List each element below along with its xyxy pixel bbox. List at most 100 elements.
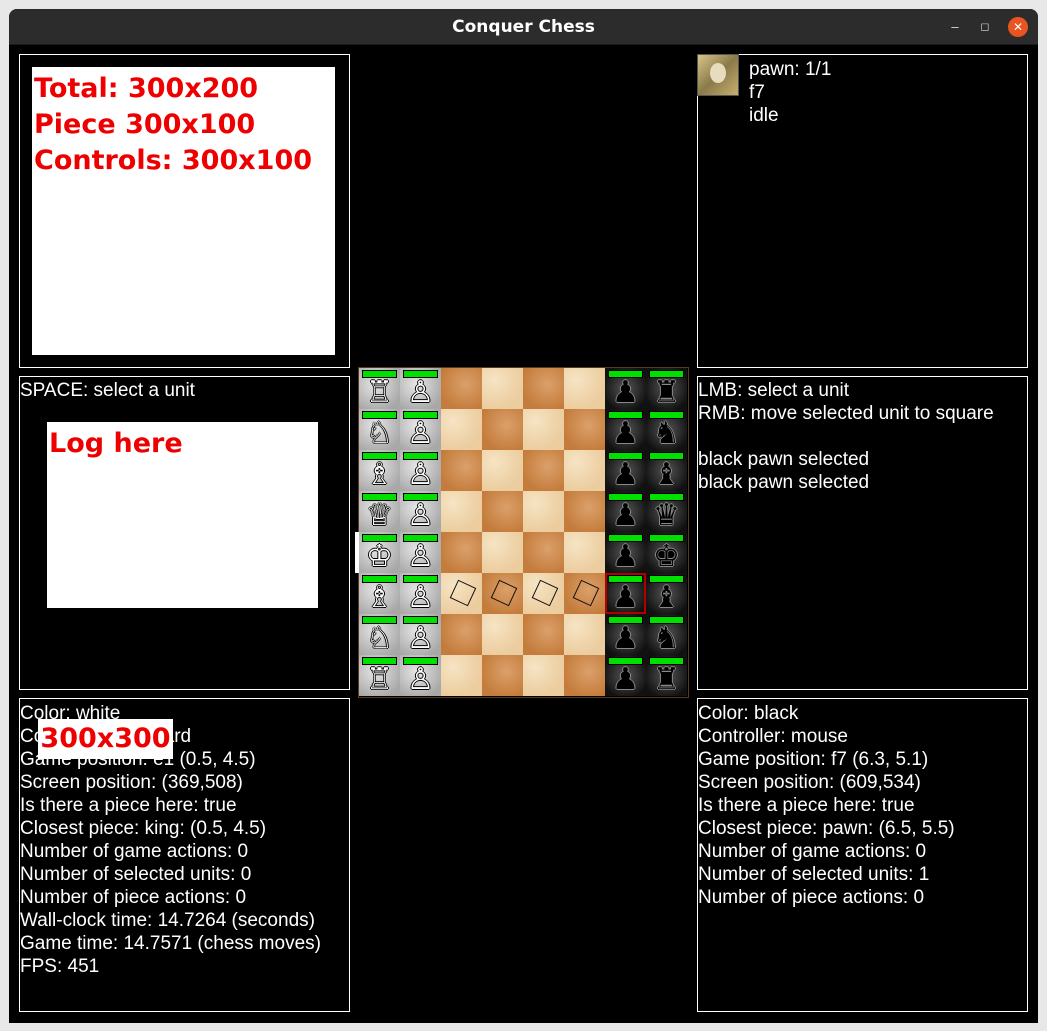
square-e5[interactable] bbox=[523, 532, 564, 573]
square-b8[interactable]: ♙ bbox=[400, 655, 441, 696]
white-knight-icon[interactable]: ♘ bbox=[359, 418, 400, 450]
white-pawn-icon[interactable]: ♙ bbox=[400, 582, 441, 614]
square-g6[interactable]: ♟ bbox=[605, 573, 646, 614]
square-d2[interactable] bbox=[482, 409, 523, 450]
square-h5[interactable]: ♚ bbox=[646, 532, 687, 573]
square-g8[interactable]: ♟ bbox=[605, 655, 646, 696]
black-knight-icon[interactable]: ♞ bbox=[646, 623, 687, 655]
black-knight-icon[interactable]: ♞ bbox=[646, 418, 687, 450]
square-b1[interactable]: ♙ bbox=[400, 368, 441, 409]
square-f8[interactable] bbox=[564, 655, 605, 696]
square-f6[interactable] bbox=[564, 573, 605, 614]
square-a2[interactable]: ♘ bbox=[359, 409, 400, 450]
square-g5[interactable]: ♟ bbox=[605, 532, 646, 573]
square-b4[interactable]: ♙ bbox=[400, 491, 441, 532]
chess-board[interactable]: ♖ ♙ ♟ ♜ ♘ ♙ ♟ ♞ ♗ ♙ ♟ ♝ ♕ ♙ ♟ ♛ ♔ ♙ ♟ ♚ ♗ ♙ ♟ ♝ ♘ ♙ ♟ ♞ ♖ ♙ ♟ ♜ bbox=[358, 367, 689, 698]
black-bishop-icon[interactable]: ♝ bbox=[646, 459, 687, 491]
square-f1[interactable] bbox=[564, 368, 605, 409]
white-bishop-icon[interactable]: ♗ bbox=[359, 582, 400, 614]
square-a6[interactable]: ♗ bbox=[359, 573, 400, 614]
black-pawn-icon[interactable]: ♟ bbox=[605, 541, 646, 573]
white-pawn-icon[interactable]: ♙ bbox=[400, 459, 441, 491]
square-e8[interactable] bbox=[523, 655, 564, 696]
square-a5[interactable]: ♔ bbox=[359, 532, 400, 573]
square-d1[interactable] bbox=[482, 368, 523, 409]
white-pawn-icon[interactable]: ♙ bbox=[400, 377, 441, 409]
square-c7[interactable] bbox=[441, 614, 482, 655]
square-b6[interactable]: ♙ bbox=[400, 573, 441, 614]
black-pawn-icon[interactable]: ♟ bbox=[605, 623, 646, 655]
square-b7[interactable]: ♙ bbox=[400, 614, 441, 655]
square-a4[interactable]: ♕ bbox=[359, 491, 400, 532]
black-king-icon[interactable]: ♚ bbox=[646, 541, 687, 573]
black-pawn-icon[interactable]: ♟ bbox=[605, 377, 646, 409]
square-h3[interactable]: ♝ bbox=[646, 450, 687, 491]
minimize-icon[interactable]: – bbox=[945, 17, 965, 37]
white-queen-icon[interactable]: ♕ bbox=[359, 500, 400, 532]
square-a7[interactable]: ♘ bbox=[359, 614, 400, 655]
title-bar[interactable]: Conquer Chess – ◻ ✕ bbox=[9, 9, 1038, 45]
square-h8[interactable]: ♜ bbox=[646, 655, 687, 696]
square-c3[interactable] bbox=[441, 450, 482, 491]
square-g1[interactable]: ♟ bbox=[605, 368, 646, 409]
black-pawn-icon[interactable]: ♟ bbox=[605, 459, 646, 491]
white-rook-icon[interactable]: ♖ bbox=[359, 377, 400, 409]
square-c1[interactable] bbox=[441, 368, 482, 409]
square-e1[interactable] bbox=[523, 368, 564, 409]
square-g3[interactable]: ♟ bbox=[605, 450, 646, 491]
black-pawn-icon[interactable]: ♟ bbox=[605, 664, 646, 696]
square-f4[interactable] bbox=[564, 491, 605, 532]
square-e4[interactable] bbox=[523, 491, 564, 532]
square-c5[interactable] bbox=[441, 532, 482, 573]
square-d4[interactable] bbox=[482, 491, 523, 532]
white-pawn-icon[interactable]: ♙ bbox=[400, 664, 441, 696]
close-icon[interactable]: ✕ bbox=[1008, 17, 1028, 37]
square-b3[interactable]: ♙ bbox=[400, 450, 441, 491]
white-pawn-icon[interactable]: ♙ bbox=[400, 418, 441, 450]
square-d5[interactable] bbox=[482, 532, 523, 573]
white-pawn-icon[interactable]: ♙ bbox=[400, 623, 441, 655]
black-pawn-icon[interactable]: ♟ bbox=[605, 418, 646, 450]
square-a3[interactable]: ♗ bbox=[359, 450, 400, 491]
square-e2[interactable] bbox=[523, 409, 564, 450]
square-g7[interactable]: ♟ bbox=[605, 614, 646, 655]
square-d7[interactable] bbox=[482, 614, 523, 655]
white-knight-icon[interactable]: ♘ bbox=[359, 623, 400, 655]
maximize-icon[interactable]: ◻ bbox=[975, 17, 995, 37]
square-e6[interactable] bbox=[523, 573, 564, 614]
square-c4[interactable] bbox=[441, 491, 482, 532]
square-d8[interactable] bbox=[482, 655, 523, 696]
black-pawn-icon[interactable]: ♟ bbox=[605, 500, 646, 532]
black-bishop-icon[interactable]: ♝ bbox=[646, 582, 687, 614]
square-d3[interactable] bbox=[482, 450, 523, 491]
square-a8[interactable]: ♖ bbox=[359, 655, 400, 696]
square-a1[interactable]: ♖ bbox=[359, 368, 400, 409]
square-h2[interactable]: ♞ bbox=[646, 409, 687, 450]
white-bishop-icon[interactable]: ♗ bbox=[359, 459, 400, 491]
white-pawn-icon[interactable]: ♙ bbox=[400, 500, 441, 532]
square-b2[interactable]: ♙ bbox=[400, 409, 441, 450]
square-g4[interactable]: ♟ bbox=[605, 491, 646, 532]
square-h6[interactable]: ♝ bbox=[646, 573, 687, 614]
square-c2[interactable] bbox=[441, 409, 482, 450]
square-h1[interactable]: ♜ bbox=[646, 368, 687, 409]
square-e3[interactable] bbox=[523, 450, 564, 491]
square-c6[interactable] bbox=[441, 573, 482, 614]
square-f3[interactable] bbox=[564, 450, 605, 491]
square-g2[interactable]: ♟ bbox=[605, 409, 646, 450]
square-e7[interactable] bbox=[523, 614, 564, 655]
black-rook-icon[interactable]: ♜ bbox=[646, 664, 687, 696]
square-h4[interactable]: ♛ bbox=[646, 491, 687, 532]
square-d6[interactable] bbox=[482, 573, 523, 614]
square-c8[interactable] bbox=[441, 655, 482, 696]
square-f5[interactable] bbox=[564, 532, 605, 573]
white-pawn-icon[interactable]: ♙ bbox=[400, 541, 441, 573]
white-king-icon[interactable]: ♔ bbox=[359, 541, 400, 573]
square-f7[interactable] bbox=[564, 614, 605, 655]
square-f2[interactable] bbox=[564, 409, 605, 450]
black-rook-icon[interactable]: ♜ bbox=[646, 377, 687, 409]
square-h7[interactable]: ♞ bbox=[646, 614, 687, 655]
black-queen-icon[interactable]: ♛ bbox=[646, 500, 687, 532]
white-rook-icon[interactable]: ♖ bbox=[359, 664, 400, 696]
black-pawn-icon[interactable]: ♟ bbox=[605, 582, 646, 614]
